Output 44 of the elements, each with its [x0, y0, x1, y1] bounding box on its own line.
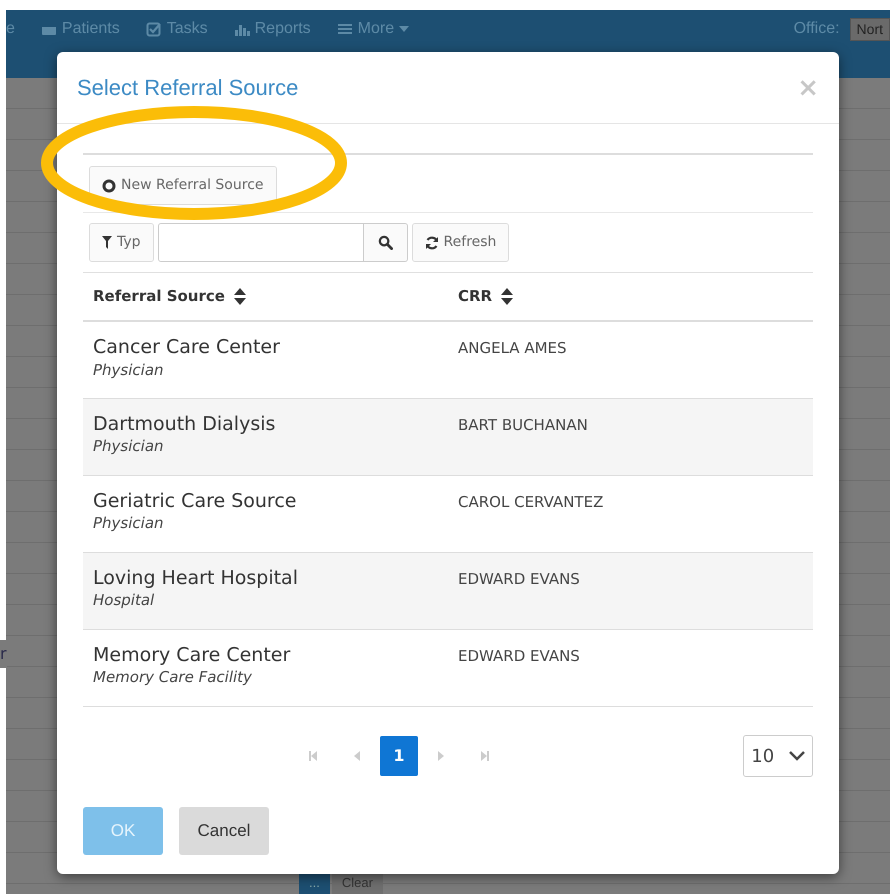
referral-type: Physician — [93, 513, 165, 534]
office-label: Office: — [794, 19, 840, 39]
referral-type: Physician — [93, 436, 165, 458]
referral-name[interactable]: Memory Care Center — [93, 644, 438, 666]
dialog-button[interactable]: Cancel — [179, 806, 269, 854]
crr-name: EDWARD EVANS — [458, 570, 580, 588]
filter-icon — [102, 236, 112, 249]
search-icon — [378, 235, 393, 250]
sort-icon — [501, 288, 514, 305]
crr-name: EDWARD EVANS — [458, 646, 580, 664]
referral-name[interactable]: Dartmouth Dialysis — [93, 412, 438, 436]
referral-type: Memory Care Facility — [93, 667, 253, 688]
crr-name: BART BUCHANAN — [458, 416, 588, 434]
checkbox-icon — [146, 21, 162, 37]
office-select[interactable]: Nort — [850, 18, 890, 40]
search-button[interactable] — [364, 223, 408, 262]
crr-name: CAROL CERVANTEZ — [458, 492, 604, 510]
circle-icon — [102, 178, 116, 192]
referral-name[interactable]: Loving Heart Hospital — [93, 566, 438, 590]
sort-icon — [234, 288, 246, 305]
referral-type: Hospital — [93, 590, 156, 612]
refresh-icon — [424, 236, 439, 250]
type-filter-button[interactable]: Typ — [89, 223, 154, 262]
caret-icon — [399, 26, 410, 32]
referral-name[interactable]: Cancer Care Center — [93, 336, 438, 359]
background-text: r — [0, 640, 7, 668]
new-referral-source-button[interactable]: New Referral Source — [89, 166, 277, 205]
column-header[interactable]: CRR — [458, 285, 514, 308]
menu-icon — [336, 21, 353, 37]
search-field[interactable] — [158, 223, 364, 262]
crr-name: ANGELA AMES — [458, 339, 567, 357]
referral-name[interactable]: Geriatric Care Source — [93, 490, 438, 512]
first-page-icon[interactable] — [308, 749, 318, 763]
column-header[interactable]: Referral Source — [93, 285, 246, 308]
last-page-icon[interactable] — [480, 749, 490, 763]
dialog-title: Select Referral Source — [77, 74, 298, 102]
id-card-icon — [40, 21, 57, 37]
next-page-icon[interactable] — [436, 749, 446, 763]
page-size-select[interactable]: 10 — [743, 735, 813, 777]
previous-page-icon[interactable] — [352, 749, 362, 763]
referral-type: Physician — [93, 360, 165, 381]
chevron-down-icon — [788, 751, 805, 761]
refresh-button[interactable]: Refresh — [412, 223, 510, 262]
page-button[interactable]: 1 — [380, 736, 418, 776]
